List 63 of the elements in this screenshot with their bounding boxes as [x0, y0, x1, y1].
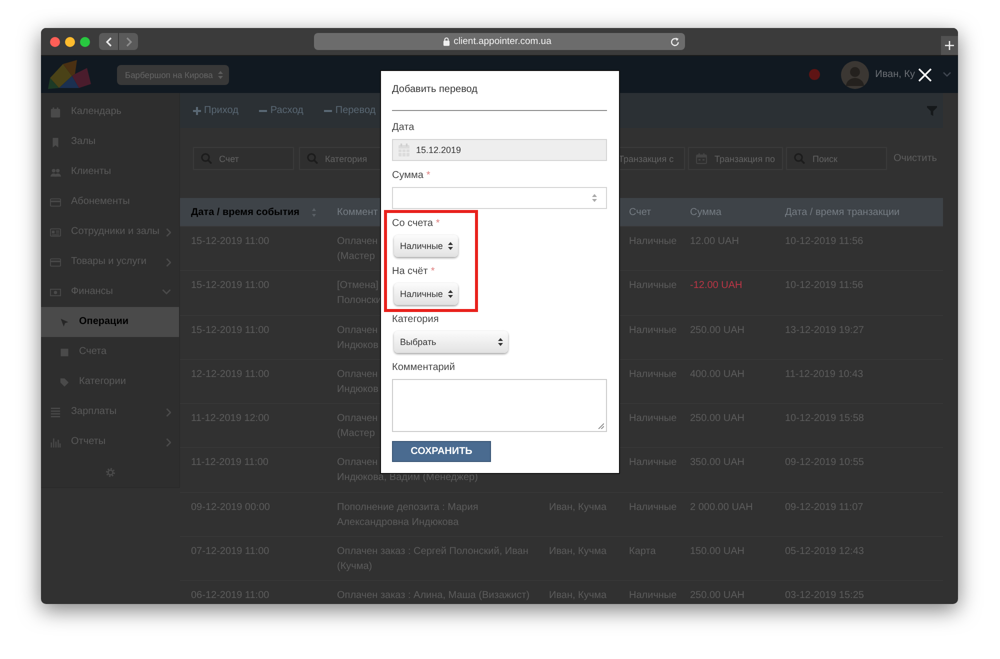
window-close-icon[interactable]	[50, 36, 60, 46]
textarea-field[interactable]	[392, 379, 607, 432]
chevron-right-icon	[126, 36, 132, 46]
dropdown-select[interactable]: Наличные	[394, 283, 458, 305]
avatar-icon[interactable]	[841, 60, 870, 88]
field-label: Комментарий	[392, 362, 455, 373]
updown-caret-icon	[498, 338, 503, 346]
field-label: Категория	[392, 314, 439, 325]
chevron-left-icon	[106, 36, 112, 46]
gear-icon[interactable]	[106, 468, 114, 476]
chevron-down-icon[interactable]	[943, 72, 951, 77]
bar-chart-icon	[50, 436, 61, 448]
spinner-icon[interactable]	[591, 193, 598, 203]
close-icon[interactable]	[918, 68, 932, 82]
card-icon	[50, 196, 61, 208]
calendar-icon	[50, 106, 61, 118]
dropdown-select[interactable]: Выбрать	[394, 331, 508, 353]
tag-icon	[60, 378, 69, 386]
reload-icon[interactable]	[670, 36, 680, 46]
field-label: Сумма *	[392, 170, 430, 181]
column-header[interactable]: Сумма	[690, 206, 722, 218]
address-bar[interactable]: client.appointer.com.ua	[314, 33, 685, 50]
window-maximize-icon[interactable]	[80, 36, 90, 46]
notification-dot-icon[interactable]	[809, 69, 820, 80]
filter-icon[interactable]	[927, 106, 937, 116]
window-minimize-icon[interactable]	[65, 36, 75, 46]
table-cell-text: -12.00 UAH	[690, 279, 742, 294]
list-icon	[50, 406, 61, 418]
updown-caret-icon	[448, 290, 453, 298]
plus-icon	[193, 106, 201, 114]
pointer-icon	[60, 318, 69, 326]
updown-caret-icon	[218, 70, 223, 78]
card-icon	[50, 256, 61, 268]
column-header[interactable]: Коммент	[337, 206, 378, 218]
number-field[interactable]	[392, 187, 607, 209]
sort-icon[interactable]	[312, 208, 316, 216]
new-tab-button[interactable]	[941, 36, 958, 55]
date-field[interactable]: 15.12.2019	[392, 139, 607, 161]
column-header[interactable]: Дата / время события	[191, 206, 300, 218]
lock-icon	[442, 37, 450, 46]
id-card-icon	[50, 226, 61, 238]
back-button[interactable]	[99, 33, 118, 50]
field-label: На счёт *	[392, 266, 435, 277]
user-name[interactable]: Иван, Ку	[875, 69, 915, 80]
sidebar-item[interactable]: Операции	[41, 307, 179, 337]
resize-grip-icon[interactable]	[598, 423, 604, 429]
dialog-title: Добавить перевод	[392, 84, 478, 95]
toolbar-button[interactable]: Перевод	[324, 105, 376, 116]
banknote-icon	[50, 286, 61, 298]
dropdown-select[interactable]: Наличные	[394, 235, 458, 257]
field-label: Дата	[392, 122, 414, 133]
bookmark-icon	[50, 136, 61, 148]
toolbar-button[interactable]: Приход	[193, 105, 238, 116]
calendar-icon	[398, 143, 410, 157]
updown-caret-icon	[448, 242, 453, 250]
square-icon	[60, 348, 69, 356]
toolbar-button[interactable]: Расход	[259, 105, 304, 116]
column-header[interactable]: Счет	[629, 206, 652, 218]
save-button[interactable]: СОХРАНИТЬ	[392, 441, 491, 462]
field-label: Со счета *	[392, 218, 440, 229]
users-icon	[50, 166, 61, 178]
plus-icon	[945, 41, 954, 50]
column-header[interactable]: Дата / время транзакции	[785, 206, 900, 218]
